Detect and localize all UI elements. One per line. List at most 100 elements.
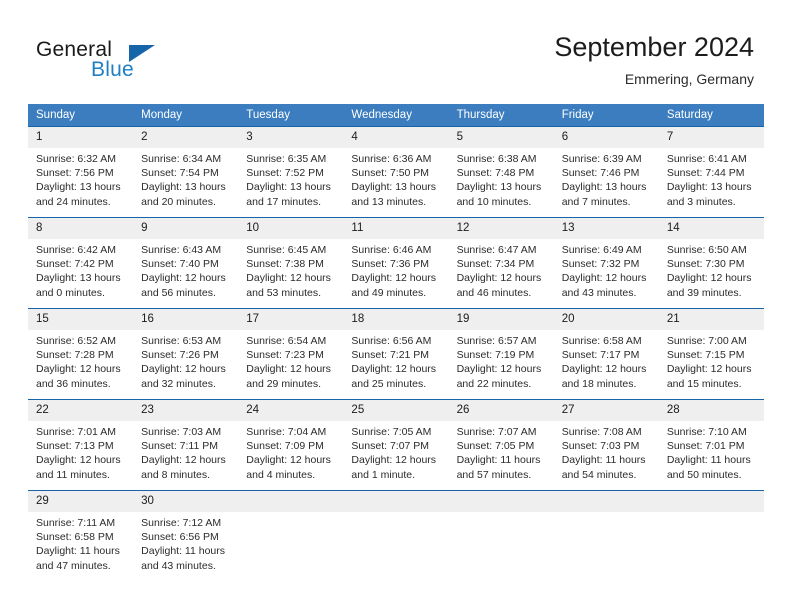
page-title: September 2024 (554, 32, 754, 62)
page-header: General Blue September 2024 Emmering, Ge… (0, 0, 792, 103)
daylight-text-line2: and 20 minutes. (141, 195, 216, 208)
day-cell[interactable]: 19 Sunrise: 6:57 AM Sunset: 7:19 PM Dayl… (448, 308, 554, 400)
day-cell[interactable]: 7 Sunrise: 6:41 AM Sunset: 7:44 PM Dayli… (658, 126, 764, 218)
day-cell[interactable]: 21 Sunrise: 7:00 AM Sunset: 7:15 PM Dayl… (658, 308, 764, 400)
sunset-text: Sunset: 7:40 PM (141, 258, 219, 271)
day-number: 3 (238, 127, 344, 148)
calendar-table: Sunday Monday Tuesday Wednesday Thursday… (28, 104, 764, 581)
day-details: Sunrise: 7:03 AM Sunset: 7:11 PM Dayligh… (133, 421, 238, 482)
day-cell[interactable]: 1 Sunrise: 6:32 AM Sunset: 7:56 PM Dayli… (28, 126, 134, 218)
day-number: 18 (343, 309, 449, 330)
daylight-text-line2: and 47 minutes. (36, 559, 111, 572)
sunset-text: Sunset: 7:09 PM (246, 440, 324, 453)
day-number: 15 (28, 309, 134, 330)
day-details: Sunrise: 6:54 AM Sunset: 7:23 PM Dayligh… (238, 330, 343, 391)
sunset-text: Sunset: 7:54 PM (141, 167, 219, 180)
brand-logo[interactable]: General Blue (36, 38, 236, 86)
sunset-text: Sunset: 7:21 PM (351, 349, 430, 362)
sunrise-text: Sunrise: 6:56 AM (351, 335, 432, 347)
daylight-text-line1: Daylight: 12 hours (246, 363, 331, 376)
day-cell[interactable]: 29 Sunrise: 7:11 AM Sunset: 6:58 PM Dayl… (28, 490, 134, 581)
day-cell[interactable]: 11 Sunrise: 6:46 AM Sunset: 7:36 PM Dayl… (343, 217, 449, 309)
day-number: 11 (343, 218, 449, 239)
day-number: 13 (553, 218, 659, 239)
day-cell[interactable]: 18 Sunrise: 6:56 AM Sunset: 7:21 PM Dayl… (343, 308, 449, 400)
sunset-text: Sunset: 7:52 PM (246, 167, 324, 180)
day-number: 29 (28, 491, 134, 512)
day-cell[interactable]: 23 Sunrise: 7:03 AM Sunset: 7:11 PM Dayl… (133, 399, 239, 491)
day-cell[interactable]: 9 Sunrise: 6:43 AM Sunset: 7:40 PM Dayli… (133, 217, 239, 309)
daylight-text-line1: Daylight: 11 hours (141, 545, 225, 558)
daylight-text-line2: and 29 minutes. (246, 377, 321, 390)
day-details: Sunrise: 6:47 AM Sunset: 7:34 PM Dayligh… (449, 239, 554, 300)
daylight-text-line1: Daylight: 13 hours (36, 272, 121, 285)
sunrise-text: Sunrise: 7:01 AM (36, 426, 116, 438)
day-number: 27 (553, 400, 659, 421)
week-row: 29 Sunrise: 7:11 AM Sunset: 6:58 PM Dayl… (28, 490, 764, 581)
daylight-text-line2: and 36 minutes. (36, 377, 111, 390)
day-cell-empty (343, 490, 449, 581)
day-details: Sunrise: 6:43 AM Sunset: 7:40 PM Dayligh… (133, 239, 238, 300)
day-cell[interactable]: 26 Sunrise: 7:07 AM Sunset: 7:05 PM Dayl… (448, 399, 554, 491)
day-cell[interactable]: 30 Sunrise: 7:12 AM Sunset: 6:56 PM Dayl… (133, 490, 239, 581)
daylight-text-line2: and 1 minute. (351, 468, 416, 481)
sunset-text: Sunset: 7:34 PM (456, 258, 535, 271)
sunrise-text: Sunrise: 7:04 AM (246, 426, 327, 438)
daylight-text-line2: and 56 minutes. (141, 286, 216, 299)
daylight-text-line1: Daylight: 12 hours (141, 272, 226, 285)
day-cell[interactable]: 16 Sunrise: 6:53 AM Sunset: 7:26 PM Dayl… (133, 308, 239, 400)
day-number: 8 (28, 218, 134, 239)
day-number: 19 (448, 309, 554, 330)
calendar-page: General Blue September 2024 Emmering, Ge… (0, 0, 792, 612)
sunrise-text: Sunrise: 6:35 AM (246, 153, 327, 165)
day-cell[interactable]: 10 Sunrise: 6:45 AM Sunset: 7:38 PM Dayl… (238, 217, 344, 309)
day-cell[interactable]: 6 Sunrise: 6:39 AM Sunset: 7:46 PM Dayli… (553, 126, 659, 218)
sunset-text: Sunset: 7:07 PM (351, 440, 430, 453)
daylight-text-line1: Daylight: 12 hours (351, 363, 437, 376)
sunrise-text: Sunrise: 6:36 AM (351, 153, 432, 165)
sunrise-text: Sunrise: 7:00 AM (666, 335, 747, 347)
day-cell[interactable]: 12 Sunrise: 6:47 AM Sunset: 7:34 PM Dayl… (448, 217, 554, 309)
sunrise-text: Sunrise: 7:03 AM (141, 426, 222, 438)
week-row: 15 Sunrise: 6:52 AM Sunset: 7:28 PM Dayl… (28, 308, 764, 400)
day-details: Sunrise: 7:10 AM Sunset: 7:01 PM Dayligh… (659, 421, 764, 482)
day-details: Sunrise: 6:46 AM Sunset: 7:36 PM Dayligh… (343, 239, 448, 300)
sunset-text: Sunset: 7:28 PM (36, 349, 114, 362)
daylight-text-line1: Daylight: 12 hours (246, 454, 331, 467)
sunrise-text: Sunrise: 6:47 AM (456, 244, 537, 256)
day-details: Sunrise: 6:58 AM Sunset: 7:17 PM Dayligh… (554, 330, 659, 391)
weekday-header-tuesday: Tuesday (238, 104, 344, 127)
day-cell[interactable]: 2 Sunrise: 6:34 AM Sunset: 7:54 PM Dayli… (133, 126, 239, 218)
daylight-text-line2: and 22 minutes. (456, 377, 532, 390)
day-cell[interactable]: 24 Sunrise: 7:04 AM Sunset: 7:09 PM Dayl… (238, 399, 344, 491)
daylight-text-line2: and 39 minutes. (666, 286, 742, 299)
day-cell[interactable]: 17 Sunrise: 6:54 AM Sunset: 7:23 PM Dayl… (238, 308, 344, 400)
day-cell[interactable]: 27 Sunrise: 7:08 AM Sunset: 7:03 PM Dayl… (553, 399, 659, 491)
day-number: 9 (133, 218, 239, 239)
day-number: 26 (448, 400, 554, 421)
day-cell[interactable]: 20 Sunrise: 6:58 AM Sunset: 7:17 PM Dayl… (553, 308, 659, 400)
weekday-header-saturday: Saturday (658, 104, 764, 127)
day-cell[interactable]: 5 Sunrise: 6:38 AM Sunset: 7:48 PM Dayli… (448, 126, 554, 218)
day-details: Sunrise: 7:08 AM Sunset: 7:03 PM Dayligh… (554, 421, 659, 482)
day-cell[interactable]: 22 Sunrise: 7:01 AM Sunset: 7:13 PM Dayl… (28, 399, 134, 491)
daylight-text-line2: and 8 minutes. (141, 468, 211, 481)
day-number: 12 (448, 218, 554, 239)
day-cell[interactable]: 13 Sunrise: 6:49 AM Sunset: 7:32 PM Dayl… (553, 217, 659, 309)
day-cell[interactable]: 14 Sunrise: 6:50 AM Sunset: 7:30 PM Dayl… (658, 217, 764, 309)
day-cell[interactable]: 25 Sunrise: 7:05 AM Sunset: 7:07 PM Dayl… (343, 399, 449, 491)
weekday-header-sunday: Sunday (28, 104, 134, 127)
sunset-text: Sunset: 7:36 PM (351, 258, 430, 271)
sunset-text: Sunset: 7:03 PM (561, 440, 640, 453)
calendar-body: 1 Sunrise: 6:32 AM Sunset: 7:56 PM Dayli… (28, 126, 764, 581)
day-cell[interactable]: 28 Sunrise: 7:10 AM Sunset: 7:01 PM Dayl… (658, 399, 764, 491)
daylight-text-line1: Daylight: 13 hours (36, 181, 121, 194)
daylight-text-line1: Daylight: 12 hours (351, 454, 437, 467)
day-cell[interactable]: 8 Sunrise: 6:42 AM Sunset: 7:42 PM Dayli… (28, 217, 134, 309)
daylight-text-line1: Daylight: 11 hours (456, 454, 541, 467)
sunset-text: Sunset: 7:01 PM (666, 440, 745, 453)
day-cell[interactable]: 3 Sunrise: 6:35 AM Sunset: 7:52 PM Dayli… (238, 126, 344, 218)
sunset-text: Sunset: 7:23 PM (246, 349, 324, 362)
day-cell[interactable]: 15 Sunrise: 6:52 AM Sunset: 7:28 PM Dayl… (28, 308, 134, 400)
day-cell[interactable]: 4 Sunrise: 6:36 AM Sunset: 7:50 PM Dayli… (343, 126, 449, 218)
